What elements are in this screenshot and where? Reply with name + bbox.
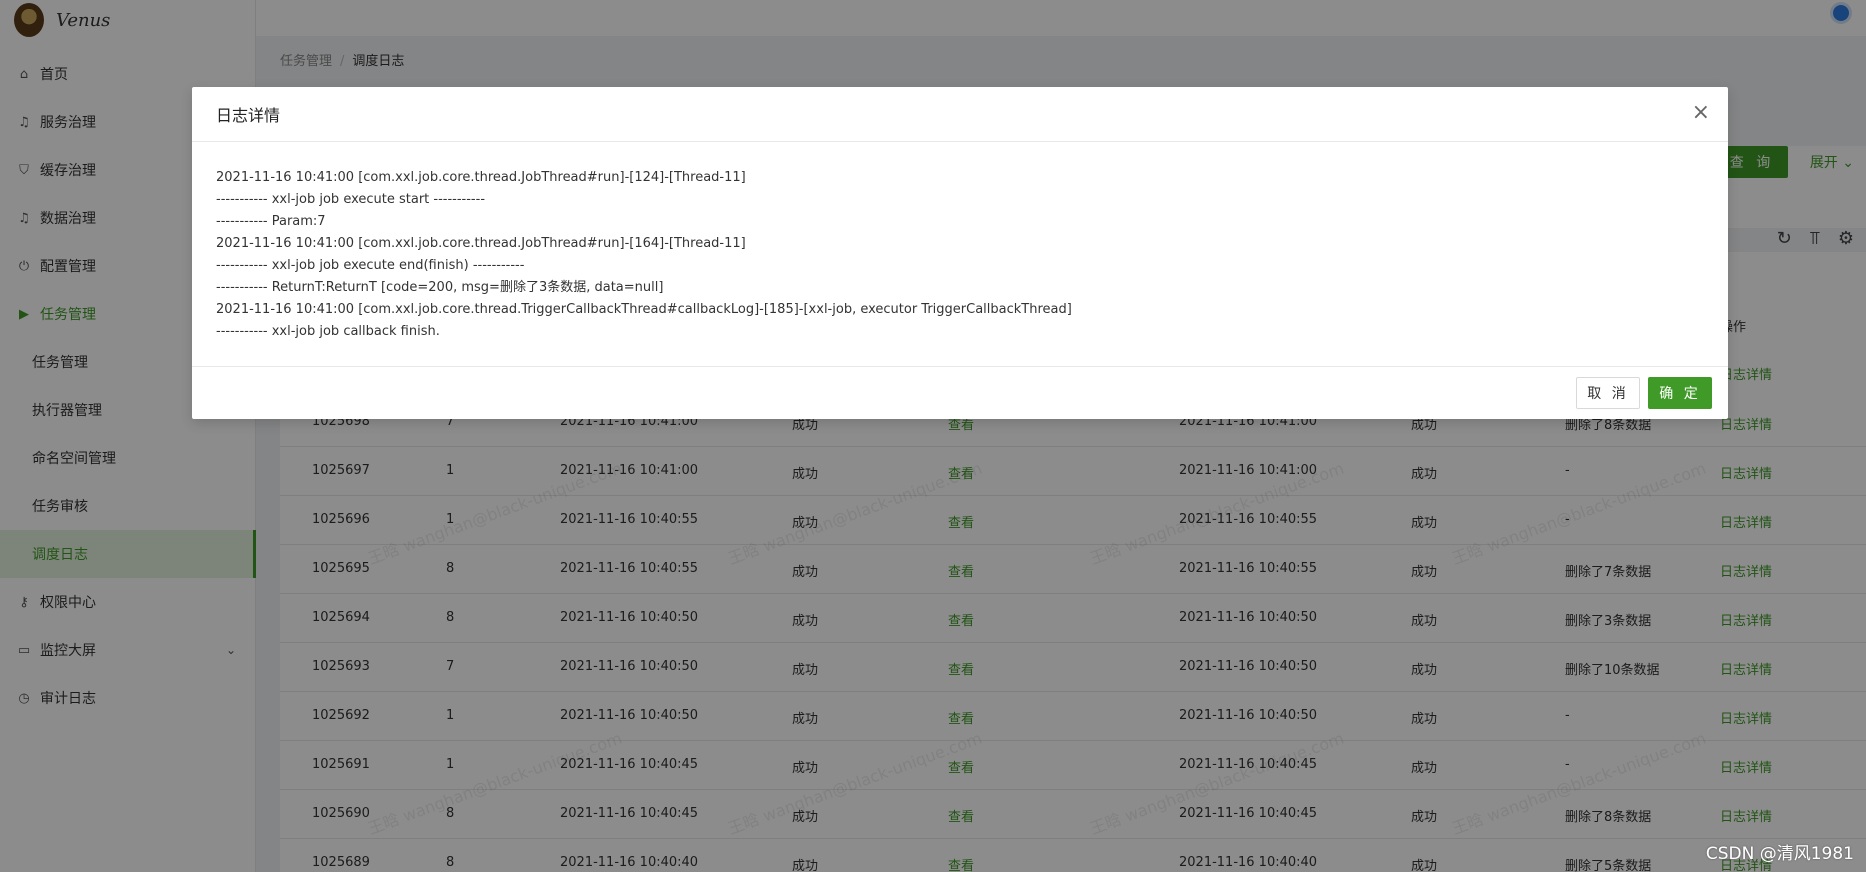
modal-footer: 取 消 确 定 [192,366,1728,419]
cancel-button[interactable]: 取 消 [1576,377,1640,409]
log-content: 2021-11-16 10:41:00 [com.xxl.job.core.th… [216,167,1704,343]
close-icon[interactable]: × [1692,101,1710,125]
ok-button[interactable]: 确 定 [1648,377,1712,409]
modal-header: 日志详情 × [192,87,1728,142]
log-line: ----------- xxl-job job callback finish. [216,324,440,339]
modal-title: 日志详情 [216,106,281,125]
log-line: ----------- xxl-job job execute end(fini… [216,258,525,273]
log-line: ----------- ReturnT:ReturnT [code=200, m… [216,280,664,295]
log-line: 2021-11-16 10:41:00 [com.xxl.job.core.th… [216,170,746,185]
log-line: 2021-11-16 10:41:00 [com.xxl.job.core.th… [216,302,1072,317]
log-line: ----------- xxl-job job execute start --… [216,192,486,207]
log-line: 2021-11-16 10:41:00 [com.xxl.job.core.th… [216,236,746,251]
log-detail-modal: 日志详情 × 2021-11-16 10:41:00 [com.xxl.job.… [192,87,1728,419]
log-line: ----------- Param:7 [216,214,326,229]
source-watermark: CSDN @清风1981 [1705,844,1854,864]
